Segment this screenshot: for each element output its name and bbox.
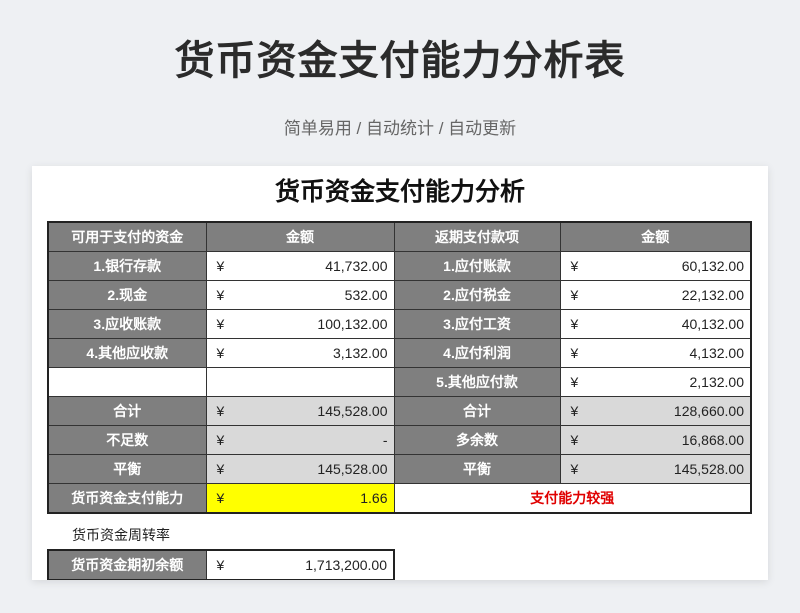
capacity-status[interactable]: 支付能力较强 bbox=[393, 483, 752, 514]
row-label[interactable]: 4.其他应收款 bbox=[47, 338, 207, 368]
column-header: 返期支付款项 bbox=[393, 221, 561, 252]
sheet-title: 货币资金支付能力分析 bbox=[274, 178, 525, 206]
amount-cell[interactable]: ¥22,132.00 bbox=[559, 280, 752, 310]
column-header: 金额 bbox=[205, 221, 395, 252]
amount-cell[interactable]: ¥40,132.00 bbox=[559, 309, 752, 339]
column-header: 金额 bbox=[559, 221, 752, 252]
balance-amount-cell[interactable]: ¥145,528.00 bbox=[205, 454, 395, 484]
row-label[interactable]: 5.其他应付款 bbox=[393, 367, 561, 397]
row-label[interactable]: 1.银行存款 bbox=[47, 251, 207, 281]
shortfall-amount-cell[interactable]: ¥ - bbox=[205, 425, 395, 455]
balance-label[interactable]: 平衡 bbox=[47, 454, 207, 484]
table-header-row: 可用于支付的资金 金额 返期支付款项 金额 bbox=[47, 221, 752, 252]
row-label[interactable]: 2.现金 bbox=[47, 280, 207, 310]
row-label[interactable]: 1.应付账款 bbox=[393, 251, 561, 281]
total-label[interactable]: 合计 bbox=[47, 396, 207, 426]
table-row: 4.其他应收款 ¥3,132.00 4.应付利润 ¥4,132.00 bbox=[47, 338, 752, 368]
capacity-label[interactable]: 货币资金支付能力 bbox=[47, 483, 207, 514]
page-title: 货币资金支付能力分析表 bbox=[174, 39, 626, 83]
spreadsheet-card: 货币资金支付能力分析 可用于支付的资金 金额 返期支付款项 金额 1.银行存款 … bbox=[32, 166, 768, 580]
page-subtitle: 简单易用 / 自动统计 / 自动更新 bbox=[283, 119, 517, 138]
total-amount-cell[interactable]: ¥145,528.00 bbox=[205, 396, 395, 426]
surplus-amount-cell[interactable]: ¥16,868.00 bbox=[559, 425, 752, 455]
turnover-table: 货币资金期初余额 ¥1,713,200.00 bbox=[47, 549, 395, 580]
table-row: 1.银行存款 ¥41,732.00 1.应付账款 ¥60,132.00 bbox=[47, 251, 752, 281]
table-row: 货币资金期初余额 ¥1,713,200.00 bbox=[47, 549, 395, 580]
amount-cell[interactable]: ¥2,132.00 bbox=[559, 367, 752, 397]
row-label[interactable]: 货币资金期初余额 bbox=[47, 549, 207, 580]
balance-label[interactable]: 平衡 bbox=[393, 454, 561, 484]
shortfall-label[interactable]: 不足数 bbox=[47, 425, 207, 455]
surplus-label[interactable]: 多余数 bbox=[393, 425, 561, 455]
row-label[interactable]: 3.应收账款 bbox=[47, 309, 207, 339]
turnover-heading: 货币资金周转率 bbox=[72, 527, 170, 543]
column-header: 可用于支付的资金 bbox=[47, 221, 207, 252]
table-row: 5.其他应付款 ¥2,132.00 bbox=[47, 367, 752, 397]
empty-cell[interactable] bbox=[47, 367, 207, 397]
amount-cell[interactable]: ¥3,132.00 bbox=[205, 338, 395, 368]
total-row: 合计 ¥145,528.00 合计 ¥128,660.00 bbox=[47, 396, 752, 426]
table-row: 3.应收账款 ¥100,132.00 3.应付工资 ¥40,132.00 bbox=[47, 309, 752, 339]
capacity-row: 货币资金支付能力 ¥1.66 支付能力较强 bbox=[47, 483, 752, 514]
balance-row: 平衡 ¥145,528.00 平衡 ¥145,528.00 bbox=[47, 454, 752, 484]
amount-cell[interactable]: ¥41,732.00 bbox=[205, 251, 395, 281]
total-label[interactable]: 合计 bbox=[393, 396, 561, 426]
row-label[interactable]: 4.应付利润 bbox=[393, 338, 561, 368]
shortfall-row: 不足数 ¥ - 多余数 ¥16,868.00 bbox=[47, 425, 752, 455]
amount-cell[interactable]: ¥532.00 bbox=[205, 280, 395, 310]
empty-cell[interactable] bbox=[205, 367, 395, 397]
balance-amount-cell[interactable]: ¥145,528.00 bbox=[559, 454, 752, 484]
row-label[interactable]: 3.应付工资 bbox=[393, 309, 561, 339]
table-row: 2.现金 ¥532.00 2.应付税金 ¥22,132.00 bbox=[47, 280, 752, 310]
capacity-value-cell[interactable]: ¥1.66 bbox=[205, 483, 395, 514]
row-label[interactable]: 2.应付税金 bbox=[393, 280, 561, 310]
payment-capacity-table: 可用于支付的资金 金额 返期支付款项 金额 1.银行存款 ¥41,732.00 … bbox=[47, 221, 752, 514]
amount-cell[interactable]: ¥4,132.00 bbox=[559, 338, 752, 368]
amount-cell[interactable]: ¥1,713,200.00 bbox=[205, 549, 395, 580]
amount-cell[interactable]: ¥60,132.00 bbox=[559, 251, 752, 281]
amount-cell[interactable]: ¥100,132.00 bbox=[205, 309, 395, 339]
total-amount-cell[interactable]: ¥128,660.00 bbox=[559, 396, 752, 426]
